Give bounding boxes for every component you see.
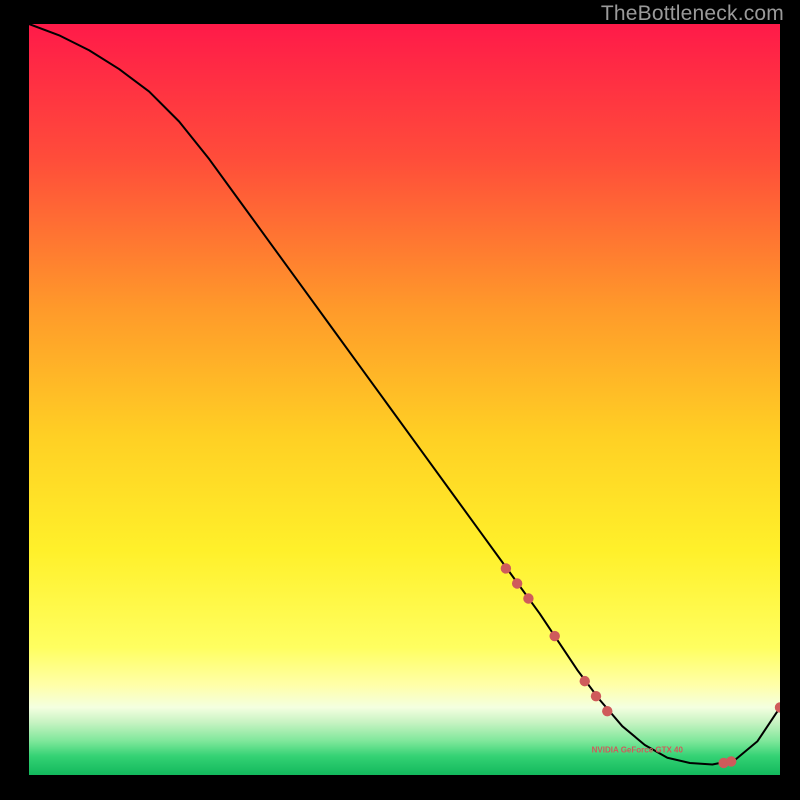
data-point <box>591 691 601 701</box>
data-point <box>523 593 533 603</box>
curve-line <box>29 24 780 764</box>
curve <box>29 24 780 764</box>
data-point <box>775 702 780 712</box>
data-point <box>580 676 590 686</box>
data-point <box>550 631 560 641</box>
watermark-text: TheBottleneck.com <box>601 2 784 26</box>
data-point <box>512 578 522 588</box>
data-point <box>501 563 511 573</box>
data-point <box>726 756 736 766</box>
tiny-label: NVIDIA GeForce GTX 40 <box>592 745 684 754</box>
data-point <box>602 706 612 716</box>
markers <box>501 563 780 768</box>
plot-area: NVIDIA GeForce GTX 40 <box>29 24 780 775</box>
chart-svg: NVIDIA GeForce GTX 40 <box>29 24 780 775</box>
chart-stage: NVIDIA GeForce GTX 40 TheBottleneck.com <box>0 0 800 800</box>
annotation-label: NVIDIA GeForce GTX 40 <box>592 745 684 754</box>
